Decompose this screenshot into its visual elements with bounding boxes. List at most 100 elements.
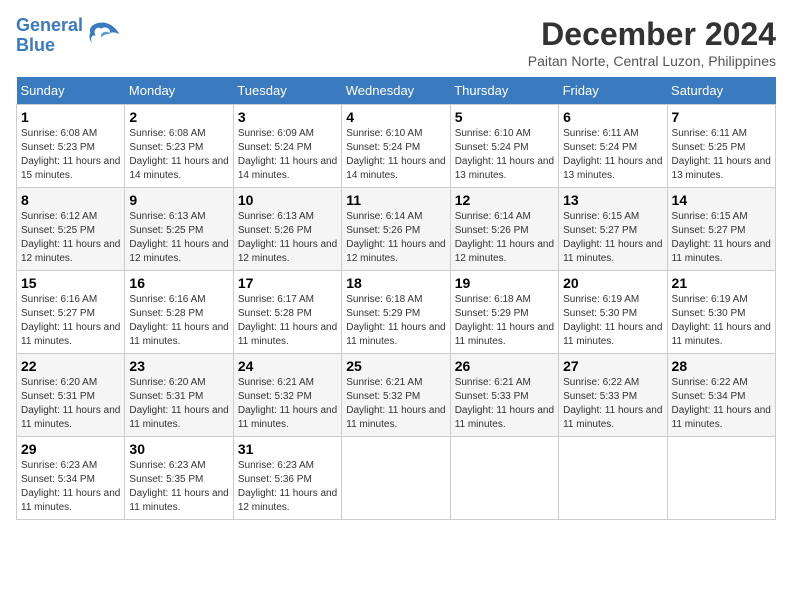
day-info: Sunrise: 6:08 AM Sunset: 5:23 PM Dayligh…: [21, 127, 120, 183]
day-info: Sunrise: 6:18 AM Sunset: 5:29 PM Dayligh…: [455, 293, 554, 349]
day-info: Sunrise: 6:12 AM Sunset: 5:25 PM Dayligh…: [21, 210, 120, 266]
day-info: Sunrise: 6:10 AM Sunset: 5:24 PM Dayligh…: [346, 127, 445, 183]
col-sunday: Sunday: [17, 77, 125, 105]
day-number: 21: [672, 275, 771, 291]
calendar-cell: 4 Sunrise: 6:10 AM Sunset: 5:24 PM Dayli…: [342, 105, 450, 188]
day-number: 9: [129, 192, 228, 208]
day-number: 10: [238, 192, 337, 208]
day-number: 29: [21, 441, 120, 457]
day-number: 19: [455, 275, 554, 291]
calendar-cell: [342, 437, 450, 520]
day-info: Sunrise: 6:21 AM Sunset: 5:32 PM Dayligh…: [238, 376, 337, 432]
logo-bird-icon: [85, 18, 121, 54]
calendar-week-row: 15 Sunrise: 6:16 AM Sunset: 5:27 PM Dayl…: [17, 271, 776, 354]
day-number: 30: [129, 441, 228, 457]
calendar-cell: 14 Sunrise: 6:15 AM Sunset: 5:27 PM Dayl…: [667, 188, 775, 271]
calendar-cell: 6 Sunrise: 6:11 AM Sunset: 5:24 PM Dayli…: [559, 105, 667, 188]
day-number: 8: [21, 192, 120, 208]
calendar-week-row: 8 Sunrise: 6:12 AM Sunset: 5:25 PM Dayli…: [17, 188, 776, 271]
calendar-table: Sunday Monday Tuesday Wednesday Thursday…: [16, 77, 776, 520]
logo: GeneralBlue: [16, 16, 121, 56]
calendar-cell: 22 Sunrise: 6:20 AM Sunset: 5:31 PM Dayl…: [17, 354, 125, 437]
calendar-cell: 15 Sunrise: 6:16 AM Sunset: 5:27 PM Dayl…: [17, 271, 125, 354]
day-number: 15: [21, 275, 120, 291]
calendar-cell: [450, 437, 558, 520]
logo-text: GeneralBlue: [16, 16, 83, 56]
calendar-cell: [559, 437, 667, 520]
day-info: Sunrise: 6:16 AM Sunset: 5:27 PM Dayligh…: [21, 293, 120, 349]
day-info: Sunrise: 6:22 AM Sunset: 5:33 PM Dayligh…: [563, 376, 662, 432]
day-number: 27: [563, 358, 662, 374]
calendar-cell: 20 Sunrise: 6:19 AM Sunset: 5:30 PM Dayl…: [559, 271, 667, 354]
day-info: Sunrise: 6:09 AM Sunset: 5:24 PM Dayligh…: [238, 127, 337, 183]
day-info: Sunrise: 6:23 AM Sunset: 5:34 PM Dayligh…: [21, 459, 120, 515]
calendar-cell: 3 Sunrise: 6:09 AM Sunset: 5:24 PM Dayli…: [233, 105, 341, 188]
day-info: Sunrise: 6:15 AM Sunset: 5:27 PM Dayligh…: [563, 210, 662, 266]
col-friday: Friday: [559, 77, 667, 105]
calendar-cell: 2 Sunrise: 6:08 AM Sunset: 5:23 PM Dayli…: [125, 105, 233, 188]
day-info: Sunrise: 6:11 AM Sunset: 5:25 PM Dayligh…: [672, 127, 771, 183]
day-info: Sunrise: 6:14 AM Sunset: 5:26 PM Dayligh…: [346, 210, 445, 266]
location: Paitan Norte, Central Luzon, Philippines: [528, 53, 776, 69]
calendar-cell: 28 Sunrise: 6:22 AM Sunset: 5:34 PM Dayl…: [667, 354, 775, 437]
day-number: 16: [129, 275, 228, 291]
day-info: Sunrise: 6:20 AM Sunset: 5:31 PM Dayligh…: [129, 376, 228, 432]
calendar-cell: 31 Sunrise: 6:23 AM Sunset: 5:36 PM Dayl…: [233, 437, 341, 520]
page-header: GeneralBlue December 2024 Paitan Norte, …: [16, 16, 776, 69]
day-info: Sunrise: 6:19 AM Sunset: 5:30 PM Dayligh…: [563, 293, 662, 349]
calendar-cell: 5 Sunrise: 6:10 AM Sunset: 5:24 PM Dayli…: [450, 105, 558, 188]
col-wednesday: Wednesday: [342, 77, 450, 105]
calendar-cell: 1 Sunrise: 6:08 AM Sunset: 5:23 PM Dayli…: [17, 105, 125, 188]
calendar-cell: 18 Sunrise: 6:18 AM Sunset: 5:29 PM Dayl…: [342, 271, 450, 354]
calendar-body: 1 Sunrise: 6:08 AM Sunset: 5:23 PM Dayli…: [17, 105, 776, 520]
title-block: December 2024 Paitan Norte, Central Luzo…: [528, 16, 776, 69]
day-info: Sunrise: 6:08 AM Sunset: 5:23 PM Dayligh…: [129, 127, 228, 183]
day-number: 2: [129, 109, 228, 125]
day-info: Sunrise: 6:21 AM Sunset: 5:33 PM Dayligh…: [455, 376, 554, 432]
calendar-cell: 27 Sunrise: 6:22 AM Sunset: 5:33 PM Dayl…: [559, 354, 667, 437]
day-info: Sunrise: 6:23 AM Sunset: 5:36 PM Dayligh…: [238, 459, 337, 515]
calendar-cell: [667, 437, 775, 520]
day-info: Sunrise: 6:13 AM Sunset: 5:26 PM Dayligh…: [238, 210, 337, 266]
day-number: 12: [455, 192, 554, 208]
day-number: 28: [672, 358, 771, 374]
day-info: Sunrise: 6:11 AM Sunset: 5:24 PM Dayligh…: [563, 127, 662, 183]
day-info: Sunrise: 6:15 AM Sunset: 5:27 PM Dayligh…: [672, 210, 771, 266]
day-info: Sunrise: 6:13 AM Sunset: 5:25 PM Dayligh…: [129, 210, 228, 266]
day-number: 1: [21, 109, 120, 125]
day-number: 31: [238, 441, 337, 457]
day-number: 4: [346, 109, 445, 125]
calendar-cell: 24 Sunrise: 6:21 AM Sunset: 5:32 PM Dayl…: [233, 354, 341, 437]
day-info: Sunrise: 6:23 AM Sunset: 5:35 PM Dayligh…: [129, 459, 228, 515]
col-monday: Monday: [125, 77, 233, 105]
day-number: 5: [455, 109, 554, 125]
day-info: Sunrise: 6:14 AM Sunset: 5:26 PM Dayligh…: [455, 210, 554, 266]
day-info: Sunrise: 6:19 AM Sunset: 5:30 PM Dayligh…: [672, 293, 771, 349]
day-info: Sunrise: 6:17 AM Sunset: 5:28 PM Dayligh…: [238, 293, 337, 349]
calendar-cell: 19 Sunrise: 6:18 AM Sunset: 5:29 PM Dayl…: [450, 271, 558, 354]
day-number: 18: [346, 275, 445, 291]
day-info: Sunrise: 6:20 AM Sunset: 5:31 PM Dayligh…: [21, 376, 120, 432]
day-number: 13: [563, 192, 662, 208]
calendar-cell: 11 Sunrise: 6:14 AM Sunset: 5:26 PM Dayl…: [342, 188, 450, 271]
calendar-cell: 8 Sunrise: 6:12 AM Sunset: 5:25 PM Dayli…: [17, 188, 125, 271]
day-number: 24: [238, 358, 337, 374]
day-number: 7: [672, 109, 771, 125]
calendar-cell: 13 Sunrise: 6:15 AM Sunset: 5:27 PM Dayl…: [559, 188, 667, 271]
calendar-cell: 17 Sunrise: 6:17 AM Sunset: 5:28 PM Dayl…: [233, 271, 341, 354]
calendar-cell: 29 Sunrise: 6:23 AM Sunset: 5:34 PM Dayl…: [17, 437, 125, 520]
calendar-cell: 25 Sunrise: 6:21 AM Sunset: 5:32 PM Dayl…: [342, 354, 450, 437]
day-number: 6: [563, 109, 662, 125]
day-number: 3: [238, 109, 337, 125]
calendar-week-row: 29 Sunrise: 6:23 AM Sunset: 5:34 PM Dayl…: [17, 437, 776, 520]
calendar-cell: 21 Sunrise: 6:19 AM Sunset: 5:30 PM Dayl…: [667, 271, 775, 354]
calendar-cell: 9 Sunrise: 6:13 AM Sunset: 5:25 PM Dayli…: [125, 188, 233, 271]
calendar-cell: 7 Sunrise: 6:11 AM Sunset: 5:25 PM Dayli…: [667, 105, 775, 188]
calendar-cell: 26 Sunrise: 6:21 AM Sunset: 5:33 PM Dayl…: [450, 354, 558, 437]
day-number: 26: [455, 358, 554, 374]
calendar-week-row: 1 Sunrise: 6:08 AM Sunset: 5:23 PM Dayli…: [17, 105, 776, 188]
day-info: Sunrise: 6:21 AM Sunset: 5:32 PM Dayligh…: [346, 376, 445, 432]
day-number: 17: [238, 275, 337, 291]
day-number: 20: [563, 275, 662, 291]
calendar-cell: 16 Sunrise: 6:16 AM Sunset: 5:28 PM Dayl…: [125, 271, 233, 354]
